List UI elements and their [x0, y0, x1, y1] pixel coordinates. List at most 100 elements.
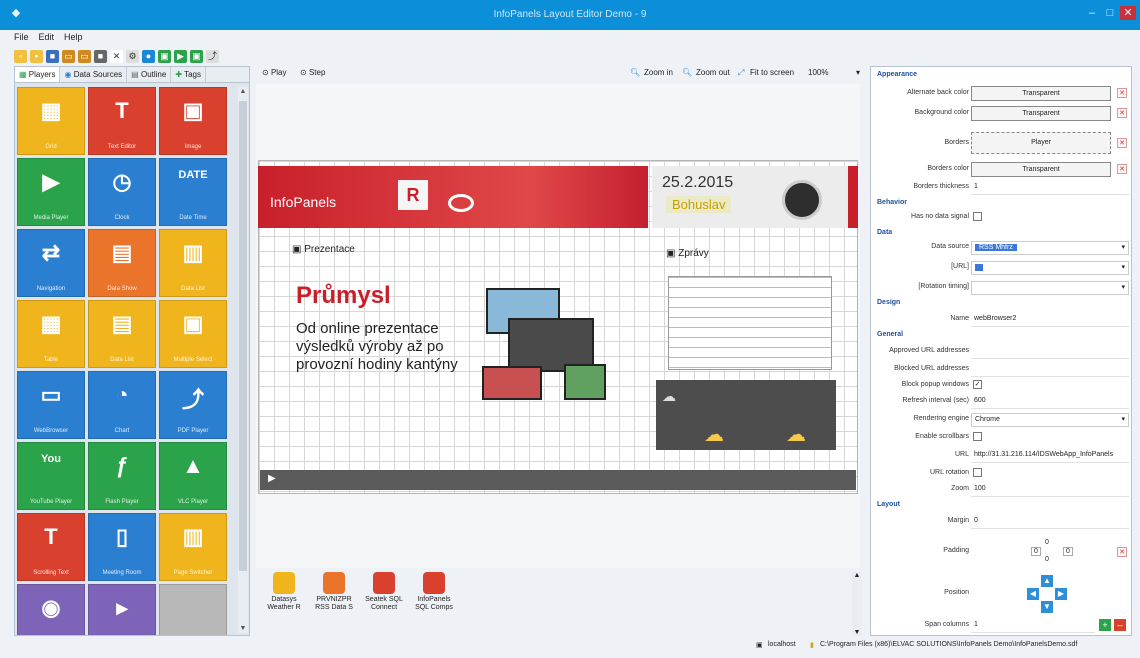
player-tile[interactable]: ⇄ Navigation — [17, 229, 85, 297]
player-tile[interactable]: ▣ Multiple Select — [159, 300, 227, 368]
player-tile[interactable]: ▣ Image — [159, 87, 227, 155]
player-tile[interactable]: ◷ Clock — [88, 158, 156, 226]
dropdown-icon[interactable]: ▾ — [856, 68, 860, 77]
tab-data-sources[interactable]: ◉ Data Sources — [60, 67, 128, 82]
rotation-select[interactable]: ▾ — [971, 281, 1129, 295]
player-tile[interactable]: ▤ Data List — [88, 300, 156, 368]
player-tile[interactable]: ▥ Data List — [159, 229, 227, 297]
minus-icon[interactable]: – — [1114, 619, 1126, 631]
menu-file[interactable]: File — [14, 32, 29, 46]
player-tile[interactable]: ◉ — [17, 584, 85, 635]
rendering-select[interactable]: Chrome ▾ — [971, 413, 1129, 427]
player-tile[interactable]: ▤ Data Show — [88, 229, 156, 297]
maximize-button[interactable]: □ — [1102, 6, 1118, 20]
player-tile[interactable]: ▦ Grid — [17, 87, 85, 155]
player-tile[interactable]: ▦ Table — [17, 300, 85, 368]
delete-icon[interactable]: ✕ — [110, 49, 123, 63]
padding-right[interactable]: 0 — [1063, 547, 1073, 556]
arrow-right-icon[interactable]: ▶ — [1055, 588, 1067, 600]
player-tile[interactable]: DATE Date Time — [159, 158, 227, 226]
arrow-left-icon[interactable]: ◀ — [1027, 588, 1039, 600]
ds-scroll-up-icon[interactable]: ▲ — [852, 572, 862, 579]
player-tile[interactable]: ▯ Meeting Room — [88, 513, 156, 581]
zoom-out-icon[interactable]: 🔍︎ — [682, 68, 692, 77]
data-source-select[interactable]: RSS Mhfrz ▾ — [971, 241, 1129, 255]
clear-icon[interactable]: ✕ — [1117, 138, 1127, 148]
scroll-down-icon[interactable]: ▼ — [238, 625, 248, 632]
player-tile[interactable]: ▶ Media Player — [17, 158, 85, 226]
scrollbars-checkbox[interactable] — [973, 432, 982, 441]
tab-tags[interactable]: ✚ Tags — [171, 67, 207, 82]
clear-icon[interactable]: ✕ — [1117, 547, 1127, 557]
layout-icon[interactable]: ▣ — [158, 49, 171, 63]
presentation-block[interactable]: ▣ Prezentace Průmysl Od online prezentac… — [292, 238, 482, 438]
approved-field[interactable] — [971, 345, 1129, 359]
step-button[interactable]: ⊙ Step — [300, 68, 325, 77]
scroll-thumb[interactable] — [239, 101, 247, 571]
ds-scroll-down-icon[interactable]: ▼ — [852, 629, 862, 636]
data-sources-scrollbar[interactable]: ▲ ▼ — [852, 572, 862, 636]
ticker-block[interactable]: ▶ — [260, 470, 856, 490]
scroll-up-icon[interactable]: ▲ — [238, 88, 248, 95]
player-tile[interactable]: ▥ Page Switcher — [159, 513, 227, 581]
menu-edit[interactable]: Edit — [39, 32, 55, 46]
padding-top[interactable]: 0 — [1045, 539, 1049, 546]
padding-bottom[interactable]: 0 — [1045, 556, 1049, 563]
data-source-item[interactable]: PRVNIZPR RSS Data S — [312, 572, 356, 612]
data-source-item[interactable]: Seatek SQL Connect — [362, 572, 406, 612]
export-icon[interactable]: ⤴ — [206, 49, 219, 63]
arrow-down-icon[interactable]: ▼ — [1041, 601, 1053, 613]
date-block[interactable]: 25.2.2015 Bohuslav — [652, 166, 848, 228]
url-rotation-checkbox[interactable] — [973, 468, 982, 477]
name-field[interactable]: webBrowser2 — [971, 313, 1129, 327]
fit-to-screen-button[interactable]: Fit to screen — [750, 68, 794, 77]
play-button[interactable]: ⊙ Play — [262, 68, 287, 77]
blocked-field[interactable] — [971, 363, 1129, 377]
zoom-level[interactable]: 100% — [808, 68, 828, 77]
players-scrollbar[interactable]: ▲ ▼ — [238, 87, 248, 633]
close-button[interactable]: ✕ — [1120, 6, 1136, 20]
player-tile[interactable] — [159, 584, 227, 635]
settings-icon[interactable]: ⚙ — [126, 49, 139, 63]
menu-help[interactable]: Help — [64, 32, 83, 46]
has-no-data-checkbox[interactable] — [973, 212, 982, 221]
player-tile[interactable]: ▭ WebBrowser — [17, 371, 85, 439]
preview-icon[interactable]: ▣ — [190, 49, 203, 63]
zoom-field[interactable]: 100 — [971, 483, 1129, 497]
alt-back-color-button[interactable]: Transparent — [971, 86, 1111, 101]
folder-icon[interactable]: ▭ — [78, 49, 91, 63]
padding-left[interactable]: 0 — [1031, 547, 1041, 556]
banner-block[interactable]: InfoPanels R — [258, 166, 648, 228]
stop-icon[interactable]: ■ — [94, 49, 107, 63]
tab-outline[interactable]: ▤ Outline — [127, 67, 172, 82]
player-tile[interactable]: ◔ Chart — [88, 371, 156, 439]
arrow-up-icon[interactable]: ▲ — [1041, 575, 1053, 587]
zoom-in-button[interactable]: Zoom in — [644, 68, 673, 77]
fit-icon[interactable]: ⤢ — [738, 68, 744, 78]
data-source-item[interactable]: Datasys Weather R — [262, 572, 306, 612]
plus-icon[interactable]: + — [1099, 619, 1111, 631]
player-tile[interactable]: ƒ Flash Player — [88, 442, 156, 510]
player-tile[interactable]: T Text Editor — [88, 87, 156, 155]
span-columns-field[interactable]: 1 — [971, 619, 1095, 633]
block-popup-checkbox[interactable]: ✓ — [973, 380, 982, 389]
refresh-field[interactable]: 600 — [971, 395, 1129, 409]
new-icon[interactable]: ▫ — [14, 49, 27, 63]
news-block[interactable]: ▣ Zprávy — [660, 240, 836, 376]
data-source-item[interactable]: InfoPanels SQL Comps — [412, 572, 456, 612]
player-tile[interactable]: ▸ — [88, 584, 156, 635]
player-tile[interactable]: ▲ VLC Player — [159, 442, 227, 510]
zoom-in-icon[interactable]: 🔍︎ — [630, 68, 640, 77]
play-icon[interactable]: ▶ — [174, 49, 187, 63]
open-folder-icon[interactable]: ▭ — [62, 49, 75, 63]
save-icon[interactable]: ■ — [46, 49, 59, 63]
clear-icon[interactable]: ✕ — [1117, 164, 1127, 174]
player-tile[interactable]: T Scrolling Text — [17, 513, 85, 581]
weather-block[interactable]: ☁ ☁ ☁ — [656, 380, 836, 450]
player-tile[interactable]: You YouTube Player — [17, 442, 85, 510]
margin-field[interactable]: 0 — [971, 515, 1129, 529]
clear-icon[interactable]: ✕ — [1117, 88, 1127, 98]
borders-button[interactable]: Player — [971, 132, 1111, 154]
player-tile[interactable]: ⤴ PDF Player — [159, 371, 227, 439]
clear-icon[interactable]: ✕ — [1117, 108, 1127, 118]
